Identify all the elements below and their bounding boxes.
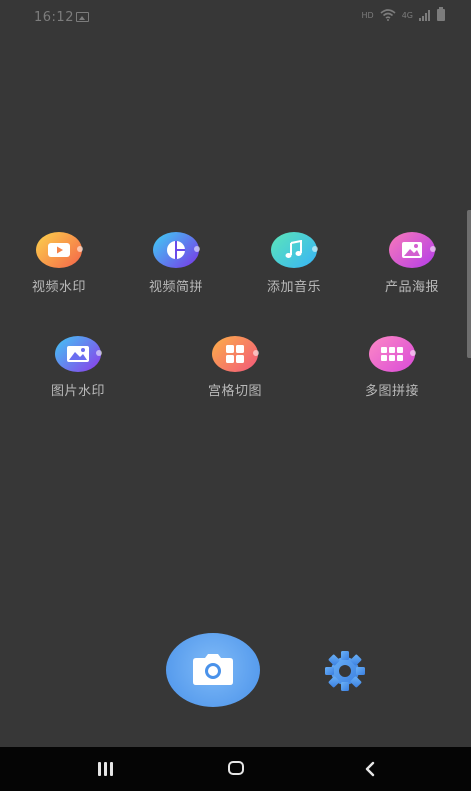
- gear-icon: [325, 651, 365, 691]
- tool-label: 视频水印: [31, 280, 86, 295]
- gallery-notification-icon: [76, 12, 89, 22]
- network-type-label: 4G: [401, 10, 413, 20]
- landscape-icon: [55, 336, 102, 372]
- battery-icon: [437, 7, 445, 21]
- status-bar: 16:12 HD 4G: [0, 0, 471, 34]
- tool-label: 多图拼接: [364, 384, 419, 399]
- back-icon[interactable]: [362, 761, 378, 777]
- tool-label: 图片水印: [50, 384, 105, 399]
- camera-icon: [193, 654, 233, 685]
- image-icon: [389, 232, 436, 268]
- tool-multi-image-join[interactable]: 多图拼接: [342, 336, 442, 399]
- grid-six-icon: [369, 336, 416, 372]
- video-icon: [36, 232, 83, 268]
- tool-video-collage[interactable]: 视频简拼: [126, 232, 226, 295]
- tool-video-watermark[interactable]: 视频水印: [9, 232, 109, 295]
- tool-label: 产品海报: [384, 280, 439, 295]
- settings-button[interactable]: [322, 648, 368, 694]
- home-icon[interactable]: [228, 761, 244, 775]
- signal-icon: [419, 9, 430, 21]
- tool-label: 视频简拼: [148, 280, 203, 295]
- hd-label: HD: [361, 10, 374, 20]
- scroll-handle[interactable]: [467, 210, 471, 358]
- status-icons: HD 4G: [361, 7, 445, 21]
- pie-chart-icon: [153, 232, 200, 268]
- tool-image-watermark[interactable]: 图片水印: [28, 336, 128, 399]
- recent-apps-icon[interactable]: [96, 762, 116, 776]
- tool-product-poster[interactable]: 产品海报: [362, 232, 462, 295]
- grid-four-icon: [212, 336, 259, 372]
- tool-grid-cut[interactable]: 宫格切图: [185, 336, 285, 399]
- wifi-icon: [380, 9, 396, 21]
- status-time: 16:12: [34, 10, 74, 25]
- camera-button[interactable]: [166, 633, 260, 707]
- music-note-icon: [271, 232, 318, 268]
- tool-label: 宫格切图: [207, 384, 262, 399]
- navigation-bar: [0, 747, 471, 791]
- tool-label: 添加音乐: [266, 280, 321, 295]
- tool-add-music[interactable]: 添加音乐: [244, 232, 344, 295]
